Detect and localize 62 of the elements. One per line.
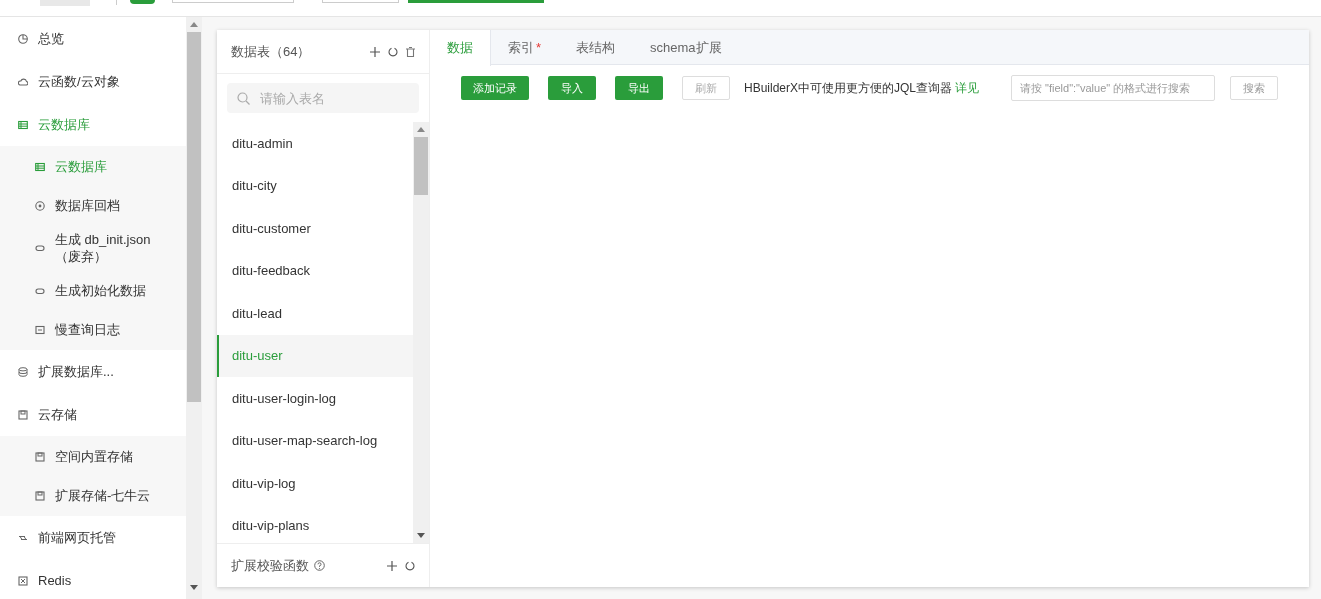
section-title: 扩展校验函数 bbox=[231, 556, 309, 575]
refresh-icon[interactable] bbox=[388, 46, 398, 57]
trash-icon[interactable] bbox=[406, 46, 415, 57]
table-list-item[interactable]: ditu-lead bbox=[217, 292, 413, 335]
refresh-icon[interactable] bbox=[405, 560, 415, 571]
sidebar-subitem[interactable]: 生成初始化数据 bbox=[0, 271, 186, 310]
sidebar-item[interactable]: 扩展数据库... bbox=[0, 350, 186, 393]
add-icon[interactable] bbox=[387, 560, 397, 571]
table-list-item[interactable]: ditu-city bbox=[217, 164, 413, 207]
table-icon bbox=[35, 161, 45, 172]
divider-mark bbox=[116, 0, 117, 5]
table-list-item[interactable]: ditu-vip-plans bbox=[217, 504, 413, 543]
sidebar-item[interactable]: 云函数/云对象 bbox=[0, 60, 186, 103]
tab[interactable]: 表结构 bbox=[559, 30, 634, 65]
toolbar-button[interactable] bbox=[130, 0, 155, 4]
sidebar-subitem[interactable]: 数据库回档 bbox=[0, 186, 186, 225]
sidebar-subitem[interactable]: 扩展存储-七牛云 bbox=[0, 476, 186, 515]
scrollbar[interactable] bbox=[186, 17, 202, 599]
table-list-item[interactable]: ditu-user-map-search-log bbox=[217, 419, 413, 462]
search-icon bbox=[237, 92, 250, 105]
link-icon bbox=[35, 243, 45, 253]
table-list-item[interactable]: ditu-vip-log bbox=[217, 462, 413, 505]
action-button[interactable]: 添加记录 bbox=[461, 76, 529, 100]
help-icon[interactable] bbox=[314, 560, 325, 571]
table-list-item[interactable]: ditu-customer bbox=[217, 207, 413, 250]
sidebar-subitem[interactable]: 慢查询日志 bbox=[0, 310, 186, 349]
table-list-item[interactable]: ditu-feedback bbox=[217, 249, 413, 292]
tab[interactable]: schema扩展 bbox=[633, 30, 740, 65]
table-icon bbox=[18, 119, 28, 130]
sidebar-item[interactable]: 云数据库 bbox=[0, 103, 186, 146]
table-list-item[interactable]: ditu-user-login-log bbox=[217, 377, 413, 420]
sidebar-item[interactable]: 总览 bbox=[0, 17, 186, 60]
add-icon[interactable] bbox=[370, 46, 380, 57]
scrollbar-thumb[interactable] bbox=[414, 137, 428, 195]
scroll-down-icon[interactable] bbox=[190, 585, 198, 590]
sidebar-item[interactable]: 前端网页托管 bbox=[0, 516, 186, 559]
box-icon bbox=[18, 575, 28, 586]
cloud-icon bbox=[18, 76, 28, 87]
action-button[interactable]: 导入 bbox=[548, 76, 596, 100]
scrollbar-thumb[interactable] bbox=[187, 32, 201, 402]
pie-chart-icon bbox=[18, 33, 28, 44]
sidebar-subitem[interactable]: 生成 db_init.json（废弃） bbox=[0, 225, 186, 271]
action-button[interactable]: 导出 bbox=[615, 76, 663, 100]
sidebar-item[interactable]: Redis bbox=[0, 559, 186, 599]
scroll-up-icon[interactable] bbox=[417, 127, 425, 132]
sidebar-item[interactable]: 云存储 bbox=[0, 393, 186, 436]
sidebar-subitem[interactable]: 空间内置存储 bbox=[0, 437, 186, 476]
tab[interactable]: 索引* bbox=[491, 30, 560, 65]
search-field[interactable]: 请按 "field":"value" 的格式进行搜索 bbox=[1011, 75, 1215, 101]
search-field[interactable]: 请输入表名 bbox=[227, 83, 419, 113]
scrollbar[interactable] bbox=[413, 122, 429, 543]
link-icon bbox=[35, 285, 45, 296]
table-list-item[interactable]: ditu-admin bbox=[217, 122, 413, 165]
tab[interactable]: 数据 bbox=[430, 30, 491, 66]
target-icon bbox=[35, 200, 45, 211]
panel-title: 数据表（64） bbox=[231, 42, 312, 61]
scroll-down-icon[interactable] bbox=[417, 533, 425, 538]
scroll-up-icon[interactable] bbox=[190, 22, 198, 27]
database-icon bbox=[18, 366, 28, 377]
calendar-icon bbox=[35, 324, 45, 335]
hint-text: HBuilderX中可使用更方便的JQL查询器 bbox=[744, 80, 953, 97]
details-link[interactable]: 详见 bbox=[955, 79, 980, 97]
